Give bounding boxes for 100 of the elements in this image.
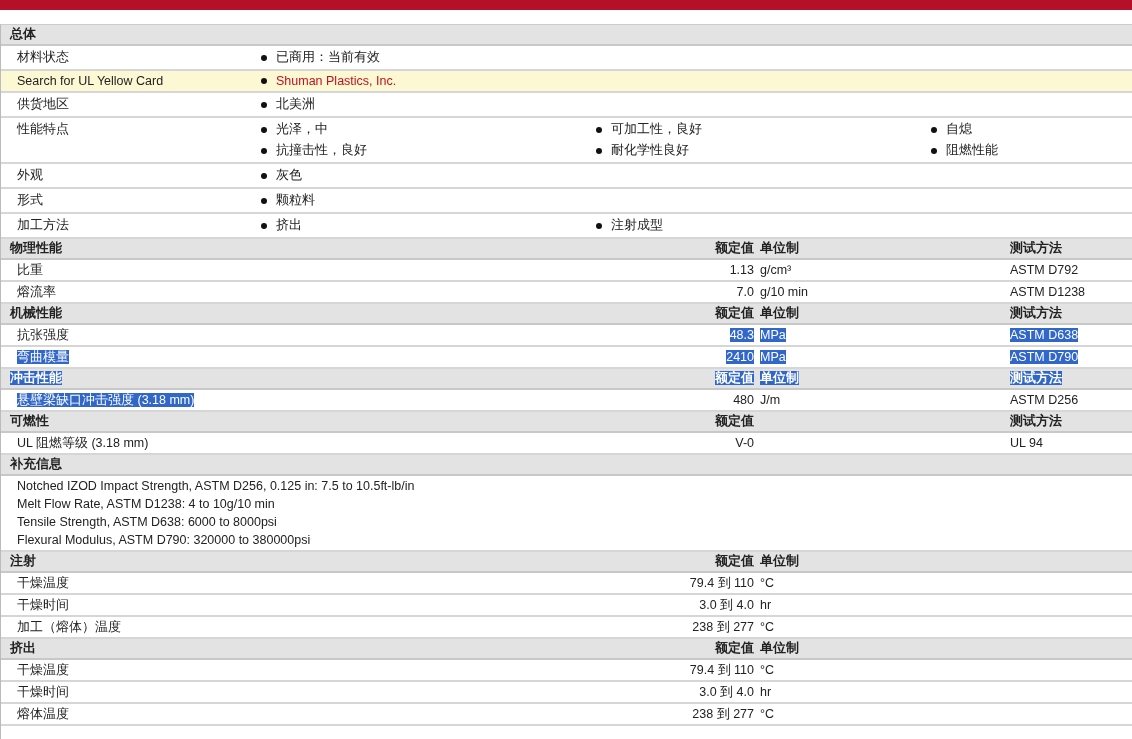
property-name: 弯曲模量 (17, 349, 69, 364)
section-title: 补充信息 (10, 456, 63, 473)
unit-label: °C (760, 707, 775, 721)
property-name: 供货地区 (17, 96, 70, 113)
section-title: 物理性能 (10, 241, 62, 255)
column-heading: 额定值 (715, 241, 754, 255)
property-value: 挤出 (276, 217, 302, 234)
unit-label: °C (760, 663, 775, 677)
column-heading: 单位制 (760, 306, 799, 320)
property-value: 光泽，中 (276, 121, 328, 138)
property-name: 比重 (17, 262, 43, 277)
section-title: 冲击性能 (10, 371, 62, 385)
bullet-icon (596, 147, 602, 154)
unit-label: hr (760, 598, 772, 612)
test-method: ASTM D792 (1010, 263, 1079, 277)
column-heading: 额定值 (715, 371, 754, 385)
property-name: 熔体温度 (17, 706, 69, 721)
property-name: 性能特点 (17, 121, 70, 138)
bullet-icon (931, 126, 937, 133)
bullet-icon (261, 222, 267, 229)
property-value: 238 到 277 (692, 706, 754, 721)
property-value: 238 到 277 (692, 619, 754, 634)
property-name: 加工（熔体）温度 (17, 619, 121, 634)
test-method: UL 94 (1010, 436, 1043, 450)
note-text: Notched IZOD Impact Strength, ASTM D256, 0.125 in: 7.5 to 10.5ft-lb/in (17, 479, 416, 493)
property-name: 外观 (17, 167, 44, 184)
column-heading: 测试方法 (1010, 414, 1062, 428)
property-name: 抗张强度 (17, 327, 69, 342)
property-value: 2410 (726, 350, 754, 364)
column-heading: 测试方法 (1010, 371, 1062, 385)
bullet-icon (261, 101, 267, 108)
property-name: Search for UL Yellow Card (17, 74, 165, 88)
section-title: 注射 (10, 554, 36, 568)
section-title: 可燃性 (10, 414, 49, 428)
test-method: ASTM D256 (1010, 393, 1079, 407)
column-heading: 测试方法 (1010, 241, 1062, 255)
property-value: 灰色 (276, 167, 302, 184)
property-value: 北美洲 (276, 96, 315, 113)
property-value: 颗粒料 (276, 192, 315, 209)
unit-label: J/m (760, 393, 781, 407)
unit-label: hr (760, 685, 772, 699)
bullet-icon (596, 126, 602, 133)
property-value: 阻燃性能 (946, 142, 998, 159)
property-value: 3.0 到 4.0 (699, 684, 754, 699)
section-title: 机械性能 (10, 306, 62, 320)
property-value: 480 (733, 393, 754, 407)
bullet-icon (261, 126, 267, 133)
property-value: 耐化学性良好 (611, 142, 689, 159)
supplier-link[interactable]: Shuman Plastics, Inc. (276, 74, 397, 88)
test-method: ASTM D638 (1010, 328, 1079, 342)
bullet-icon (261, 54, 267, 61)
column-heading: 额定值 (715, 306, 754, 320)
property-value: V-0 (735, 436, 754, 450)
test-method: ASTM D1238 (1010, 285, 1086, 299)
bullet-icon (261, 197, 267, 204)
property-name: 干燥温度 (17, 575, 69, 590)
property-name: 加工方法 (17, 217, 70, 234)
column-heading: 单位制 (760, 371, 799, 385)
property-value: 79.4 到 110 (689, 575, 754, 590)
property-name: 悬壁梁缺口冲击强度 (3.18 mm) (17, 392, 195, 407)
property-name: 干燥时间 (17, 684, 69, 699)
property-name: 材料状态 (17, 49, 70, 66)
property-name: UL 阻燃等级 (3.18 mm) (17, 435, 149, 450)
property-value: 7.0 (736, 285, 754, 299)
unit-label: MPa (760, 328, 786, 342)
test-method: ASTM D790 (1010, 350, 1079, 364)
unit-label: °C (760, 620, 775, 634)
note-text: Flexural Modulus, ASTM D790: 320000 to 380000psi (17, 533, 312, 547)
section-title: 挤出 (10, 641, 36, 655)
column-heading: 单位制 (760, 554, 799, 568)
bullet-icon (261, 147, 267, 154)
note-text: Tensile Strength, ASTM D638: 6000 to 8000psi (17, 515, 278, 529)
property-name: 干燥温度 (17, 662, 69, 677)
bullet-icon (261, 78, 267, 84)
property-name: 熔流率 (17, 284, 56, 299)
column-heading: 单位制 (760, 241, 799, 255)
property-value: 3.0 到 4.0 (699, 597, 754, 612)
bullet-icon (931, 147, 937, 154)
unit-label: MPa (760, 350, 786, 364)
column-heading: 测试方法 (1010, 306, 1062, 320)
property-value: 79.4 到 110 (689, 662, 754, 677)
column-heading: 额定值 (715, 641, 754, 655)
bullet-icon (261, 172, 267, 179)
unit-label: g/10 min (760, 285, 808, 299)
property-value: 注射成型 (611, 217, 663, 234)
property-value: 1.13 (729, 263, 754, 277)
property-name: 干燥时间 (17, 597, 69, 612)
unit-label: °C (760, 576, 775, 590)
column-heading: 额定值 (715, 414, 754, 428)
note-text: Melt Flow Rate, ASTM D1238: 4 to 10g/10 min (17, 497, 276, 511)
section-title: 总体 (10, 26, 37, 43)
property-value: 48.3 (729, 328, 754, 342)
property-value: 自熄 (946, 121, 972, 138)
column-heading: 单位制 (760, 641, 799, 655)
unit-label: g/cm³ (760, 263, 792, 277)
column-heading: 额定值 (715, 554, 754, 568)
property-value: 已商用：当前有效 (276, 49, 380, 66)
property-name: 形式 (17, 192, 44, 209)
property-value: 抗撞击性，良好 (276, 142, 367, 159)
property-value: 可加工性，良好 (611, 121, 702, 138)
